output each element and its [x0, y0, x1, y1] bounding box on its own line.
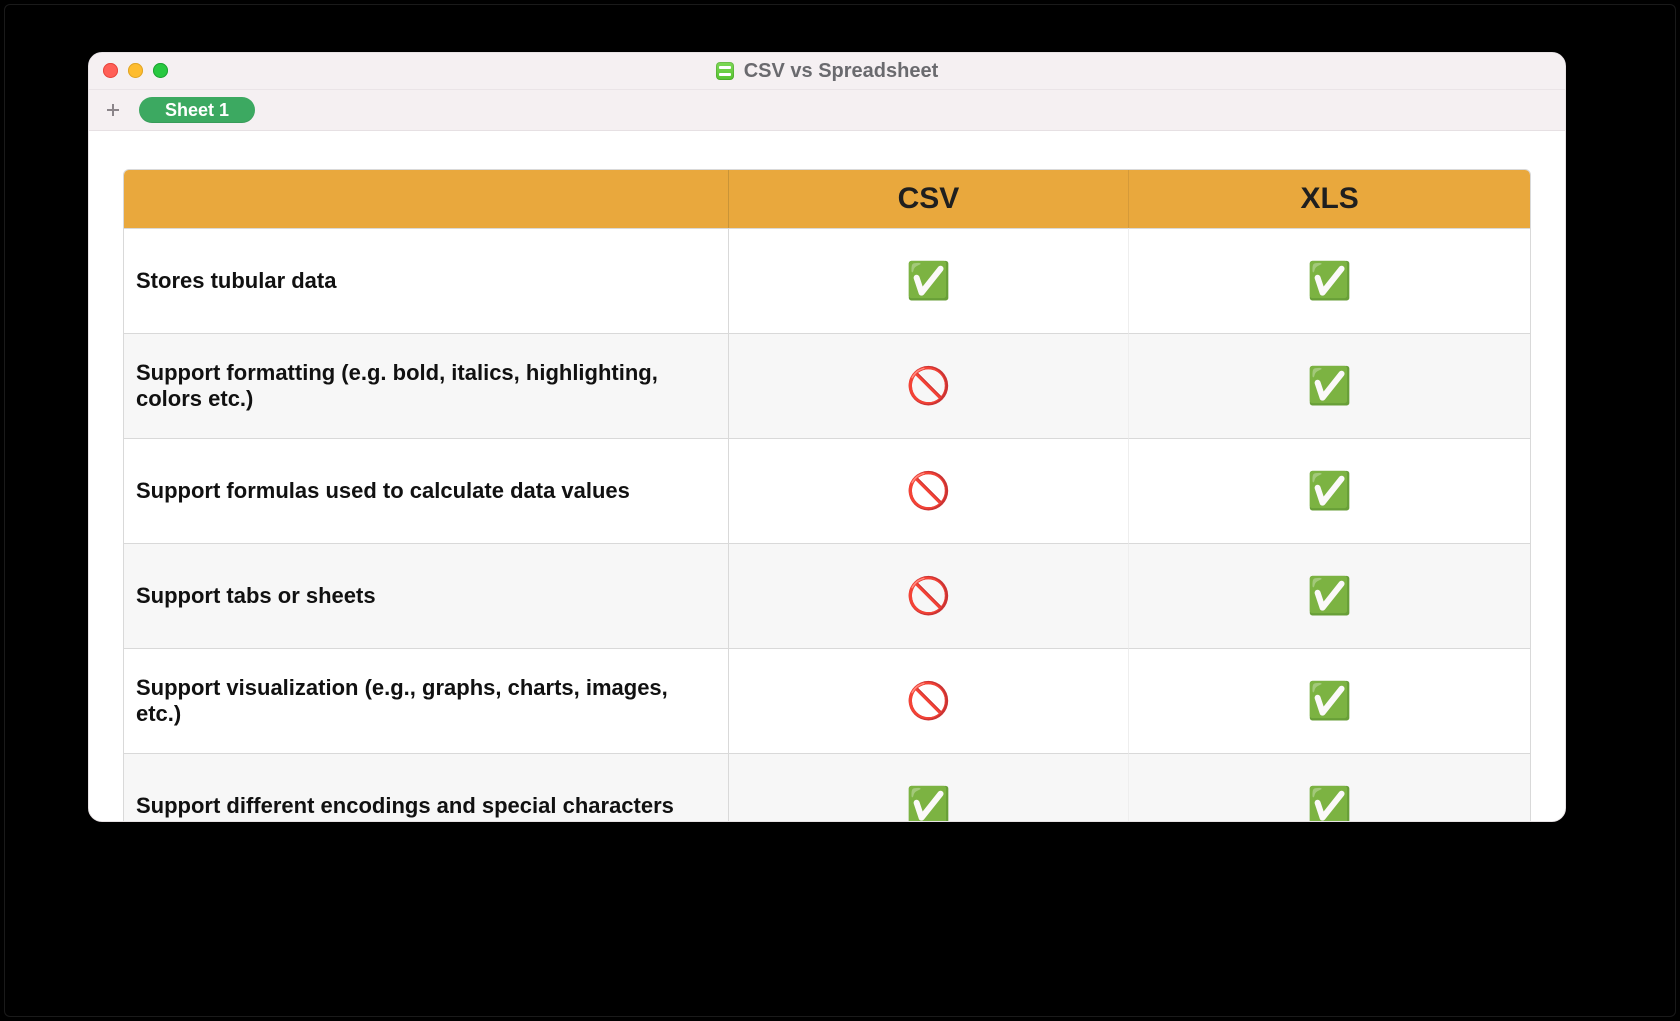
- table-row: Stores tubular data ✅ ✅: [124, 228, 1530, 333]
- table-row: Support formatting (e.g. bold, italics, …: [124, 333, 1530, 438]
- csv-cell[interactable]: ✅: [729, 753, 1130, 822]
- sheet-tab-1[interactable]: Sheet 1: [139, 97, 255, 123]
- check-icon: ✅: [1307, 260, 1352, 301]
- table-row: Support formulas used to calculate data …: [124, 438, 1530, 543]
- feature-cell[interactable]: Support tabs or sheets: [124, 543, 729, 648]
- numbers-app-icon: [716, 62, 734, 80]
- table-body: Stores tubular data ✅ ✅ Support formatting …: [124, 228, 1530, 822]
- check-icon: ✅: [1307, 785, 1352, 822]
- csv-cell[interactable]: 🚫: [729, 543, 1130, 648]
- header-feature[interactable]: [124, 170, 729, 228]
- close-icon[interactable]: [103, 63, 118, 78]
- check-icon: ✅: [906, 785, 951, 822]
- titlebar[interactable]: CSV vs Spreadsheet: [89, 53, 1565, 90]
- csv-cell[interactable]: 🚫: [729, 333, 1130, 438]
- table-row: Support different encodings and special …: [124, 753, 1530, 822]
- csv-cell[interactable]: 🚫: [729, 648, 1130, 753]
- fullscreen-icon[interactable]: [153, 63, 168, 78]
- csv-cell[interactable]: ✅: [729, 228, 1130, 333]
- no-entry-icon: 🚫: [906, 680, 951, 721]
- header-csv[interactable]: CSV: [729, 170, 1130, 228]
- plus-icon: [105, 102, 121, 118]
- table-row: Support tabs or sheets 🚫 ✅: [124, 543, 1530, 648]
- sheet-tab-label: Sheet 1: [165, 100, 229, 121]
- xls-cell[interactable]: ✅: [1129, 333, 1530, 438]
- table-header-row: CSV XLS: [124, 170, 1530, 228]
- window-title: CSV vs Spreadsheet: [716, 60, 939, 83]
- no-entry-icon: 🚫: [906, 470, 951, 511]
- feature-cell[interactable]: Support formatting (e.g. bold, italics, …: [124, 333, 729, 438]
- window-controls: [103, 63, 168, 78]
- table-row: Support visualization (e.g., graphs, cha…: [124, 648, 1530, 753]
- sheet-canvas[interactable]: CSV XLS Stores tubular data ✅ ✅ Support for…: [89, 131, 1565, 822]
- feature-cell[interactable]: Support different encodings and special …: [124, 753, 729, 822]
- check-icon: ✅: [1307, 365, 1352, 406]
- xls-cell[interactable]: ✅: [1129, 228, 1530, 333]
- sheet-tabbar: Sheet 1: [89, 90, 1565, 131]
- xls-cell[interactable]: ✅: [1129, 543, 1530, 648]
- minimize-icon[interactable]: [128, 63, 143, 78]
- xls-cell[interactable]: ✅: [1129, 648, 1530, 753]
- csv-cell[interactable]: 🚫: [729, 438, 1130, 543]
- app-window: CSV vs Spreadsheet Sheet 1 CSV XL: [88, 52, 1566, 822]
- check-icon: ✅: [906, 260, 951, 301]
- no-entry-icon: 🚫: [906, 365, 951, 406]
- check-icon: ✅: [1307, 575, 1352, 616]
- check-icon: ✅: [1307, 680, 1352, 721]
- no-entry-icon: 🚫: [906, 575, 951, 616]
- xls-cell[interactable]: ✅: [1129, 753, 1530, 822]
- feature-cell[interactable]: Stores tubular data: [124, 228, 729, 333]
- feature-cell[interactable]: Support formulas used to calculate data …: [124, 438, 729, 543]
- check-icon: ✅: [1307, 470, 1352, 511]
- add-sheet-button[interactable]: [101, 98, 125, 122]
- comparison-table: CSV XLS Stores tubular data ✅ ✅ Support for…: [123, 169, 1531, 822]
- xls-cell[interactable]: ✅: [1129, 438, 1530, 543]
- feature-cell[interactable]: Support visualization (e.g., graphs, cha…: [124, 648, 729, 753]
- header-xls[interactable]: XLS: [1129, 170, 1530, 228]
- window-title-text: CSV vs Spreadsheet: [744, 60, 939, 83]
